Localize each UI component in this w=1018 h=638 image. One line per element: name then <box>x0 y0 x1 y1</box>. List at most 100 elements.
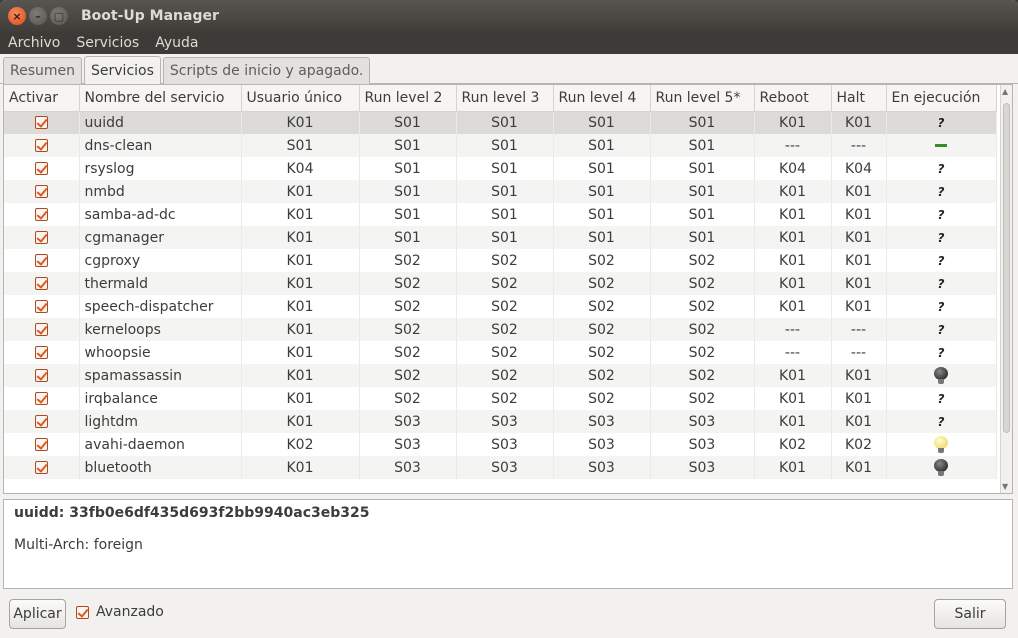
col-activar[interactable]: Activar <box>4 85 80 112</box>
activar-cell[interactable] <box>4 456 80 479</box>
close-window-icon[interactable]: × <box>8 7 26 25</box>
apply-button[interactable]: Aplicar <box>9 599 66 629</box>
activar-cell[interactable] <box>4 295 80 318</box>
advanced-label: Avanzado <box>96 604 164 620</box>
activar-checkbox[interactable] <box>34 185 48 198</box>
col-run-level-5[interactable]: Run level 5* <box>650 85 755 112</box>
activar-checkbox[interactable] <box>34 438 48 451</box>
halt-cell: K02 <box>831 433 887 456</box>
col-usuario-unico[interactable]: Usuario único <box>241 85 360 112</box>
table-row[interactable]: cgproxy K01 S02 S02 S02 S02 K01 K01? <box>4 249 997 272</box>
activar-cell[interactable] <box>4 157 80 180</box>
reboot-cell: K01 <box>754 295 832 318</box>
status-unknown-icon: ? <box>937 184 945 199</box>
activar-cell[interactable] <box>4 318 80 341</box>
menu-archivo[interactable]: Archivo <box>0 35 68 51</box>
activar-cell[interactable] <box>4 134 80 157</box>
table-row[interactable]: spamassassin K01 S02 S02 S02 S02 K01 K01 <box>4 364 997 387</box>
status-unknown-icon: ? <box>937 253 945 268</box>
activar-checkbox[interactable] <box>34 415 48 428</box>
halt-cell: K01 <box>831 111 887 134</box>
table-row[interactable]: avahi-daemon K02 S03 S03 S03 S03 K02 K02 <box>4 433 997 456</box>
table-row[interactable]: uuidd K01 S01 S01 S01 S01 K01 K01? <box>4 111 997 134</box>
table-row[interactable]: thermald K01 S02 S02 S02 S02 K01 K01? <box>4 272 997 295</box>
services-table: Activar Nombre del servicio Usuario únic… <box>4 85 997 479</box>
table-row[interactable]: bluetooth K01 S03 S03 S03 S03 K01 K01 <box>4 456 997 479</box>
table-row[interactable]: whoopsie K01 S02 S02 S02 S02 --- ---? <box>4 341 997 364</box>
tab-bar: Resumen Servicios Scripts de inicio y ap… <box>0 56 1018 84</box>
activar-checkbox[interactable] <box>34 277 48 290</box>
table-row[interactable]: dns-clean S01 S01 S01 S01 S01 --- --- <box>4 134 997 157</box>
quit-button[interactable]: Salir <box>934 599 1006 629</box>
col-en-ejecucion[interactable]: En ejecución <box>886 85 997 112</box>
activar-checkbox[interactable] <box>34 139 48 152</box>
activar-cell[interactable] <box>4 364 80 387</box>
table-row[interactable]: speech-dispatcher K01 S02 S02 S02 S02 K01 K01? <box>4 295 997 318</box>
activar-checkbox[interactable] <box>34 300 48 313</box>
col-run-level-2[interactable]: Run level 2 <box>359 85 457 112</box>
maximize-window-icon[interactable]: ▢ <box>50 7 68 25</box>
reboot-cell: K01 <box>754 364 832 387</box>
status-cell: ? <box>886 295 997 318</box>
status-unknown-icon: ? <box>937 207 945 222</box>
activar-checkbox[interactable] <box>34 392 48 405</box>
tab-scripts[interactable]: Scripts de inicio y apagado. <box>162 57 371 84</box>
activar-cell[interactable] <box>4 203 80 226</box>
rl3-cell: S01 <box>456 226 554 249</box>
col-halt[interactable]: Halt <box>831 85 887 112</box>
activar-cell[interactable] <box>4 226 80 249</box>
menu-ayuda[interactable]: Ayuda <box>147 35 206 51</box>
vertical-scrollbar[interactable]: ▲ ▼ <box>1000 85 1012 493</box>
activar-checkbox[interactable] <box>34 346 48 359</box>
advanced-checkbox[interactable] <box>76 605 89 619</box>
table-row[interactable]: rsyslog K04 S01 S01 S01 S01 K04 K04? <box>4 157 997 180</box>
halt-cell: K01 <box>831 226 887 249</box>
table-row[interactable]: nmbd K01 S01 S01 S01 S01 K01 K01? <box>4 180 997 203</box>
activar-checkbox[interactable] <box>34 231 48 244</box>
table-row[interactable]: lightdm K01 S03 S03 S03 S03 K01 K01? <box>4 410 997 433</box>
advanced-toggle[interactable]: Avanzado <box>76 604 164 620</box>
status-unknown-icon: ? <box>937 161 945 176</box>
rl5-cell: S01 <box>650 111 755 134</box>
table-row[interactable]: irqbalance K01 S02 S02 S02 S02 K01 K01? <box>4 387 997 410</box>
col-reboot[interactable]: Reboot <box>754 85 832 112</box>
activar-cell[interactable] <box>4 249 80 272</box>
rl3-cell: S02 <box>456 364 554 387</box>
col-nombre[interactable]: Nombre del servicio <box>79 85 242 112</box>
rl2-cell: S01 <box>359 180 457 203</box>
status-cell: ? <box>886 272 997 295</box>
activar-checkbox[interactable] <box>34 208 48 221</box>
scroll-up-icon[interactable]: ▲ <box>1002 87 1008 96</box>
halt-cell: K01 <box>831 456 887 479</box>
services-panel: Activar Nombre del servicio Usuario únic… <box>3 84 1013 494</box>
activar-cell[interactable] <box>4 272 80 295</box>
activar-cell[interactable] <box>4 341 80 364</box>
table-row[interactable]: cgmanager K01 S01 S01 S01 S01 K01 K01? <box>4 226 997 249</box>
rl2-cell: S02 <box>359 295 457 318</box>
status-cell: ? <box>886 180 997 203</box>
col-run-level-3[interactable]: Run level 3 <box>456 85 554 112</box>
activar-cell[interactable] <box>4 111 80 134</box>
activar-cell[interactable] <box>4 387 80 410</box>
single-cell: K01 <box>241 387 360 410</box>
scroll-down-icon[interactable]: ▼ <box>1002 482 1008 491</box>
minimize-window-icon[interactable]: – <box>29 7 47 25</box>
activar-checkbox[interactable] <box>34 323 48 336</box>
activar-cell[interactable] <box>4 410 80 433</box>
table-row[interactable]: kerneloops K01 S02 S02 S02 S02 --- ---? <box>4 318 997 341</box>
table-row[interactable]: samba-ad-dc K01 S01 S01 S01 S01 K01 K01? <box>4 203 997 226</box>
scrollbar-thumb[interactable] <box>1003 103 1010 433</box>
tab-resumen[interactable]: Resumen <box>3 57 83 84</box>
activar-checkbox[interactable] <box>34 116 48 130</box>
tab-servicios[interactable]: Servicios <box>84 56 161 84</box>
activar-cell[interactable] <box>4 433 80 456</box>
rl5-cell: S02 <box>650 318 755 341</box>
activar-checkbox[interactable] <box>34 461 48 474</box>
status-unknown-icon: ? <box>937 276 945 291</box>
activar-checkbox[interactable] <box>34 369 48 382</box>
activar-checkbox[interactable] <box>34 254 48 267</box>
activar-cell[interactable] <box>4 180 80 203</box>
activar-checkbox[interactable] <box>34 162 48 175</box>
col-run-level-4[interactable]: Run level 4 <box>553 85 651 112</box>
menu-servicios[interactable]: Servicios <box>68 35 147 51</box>
